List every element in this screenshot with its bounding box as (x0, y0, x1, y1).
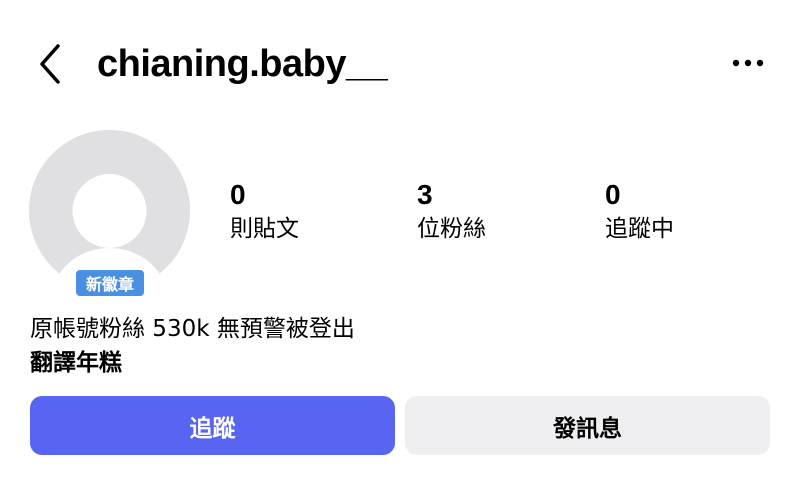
stat-posts[interactable]: 0 則貼文 (230, 178, 370, 248)
bio-name: 翻譯年糕 (30, 350, 122, 376)
stat-following[interactable]: 0 追蹤中 (605, 178, 745, 248)
new-badge[interactable]: 新徽章 (74, 268, 146, 298)
followers-label: 位粉絲 (417, 216, 486, 242)
chevron-left-icon[interactable] (34, 42, 70, 86)
top-bar: chianing.baby__ (0, 0, 800, 130)
follow-button[interactable]: 追蹤 (30, 396, 395, 455)
default-avatar-icon (29, 130, 190, 291)
profile-username: chianing.baby__ (97, 43, 388, 85)
following-count: 0 (605, 179, 621, 210)
more-horizontal-icon[interactable] (728, 50, 768, 76)
followers-count: 3 (417, 179, 433, 210)
posts-count: 0 (230, 179, 246, 210)
following-label: 追蹤中 (605, 216, 674, 242)
avatar[interactable] (29, 130, 190, 291)
message-button[interactable]: 發訊息 (405, 396, 770, 455)
stat-followers[interactable]: 3 位粉絲 (417, 178, 557, 248)
posts-label: 則貼文 (230, 216, 299, 242)
avatar-container: 新徽章 (29, 130, 191, 300)
profile-bio: 原帳號粉絲 530k 無預警被登出 翻譯年糕 (30, 312, 770, 380)
bio-text: 原帳號粉絲 530k 無預警被登出 (30, 316, 355, 342)
